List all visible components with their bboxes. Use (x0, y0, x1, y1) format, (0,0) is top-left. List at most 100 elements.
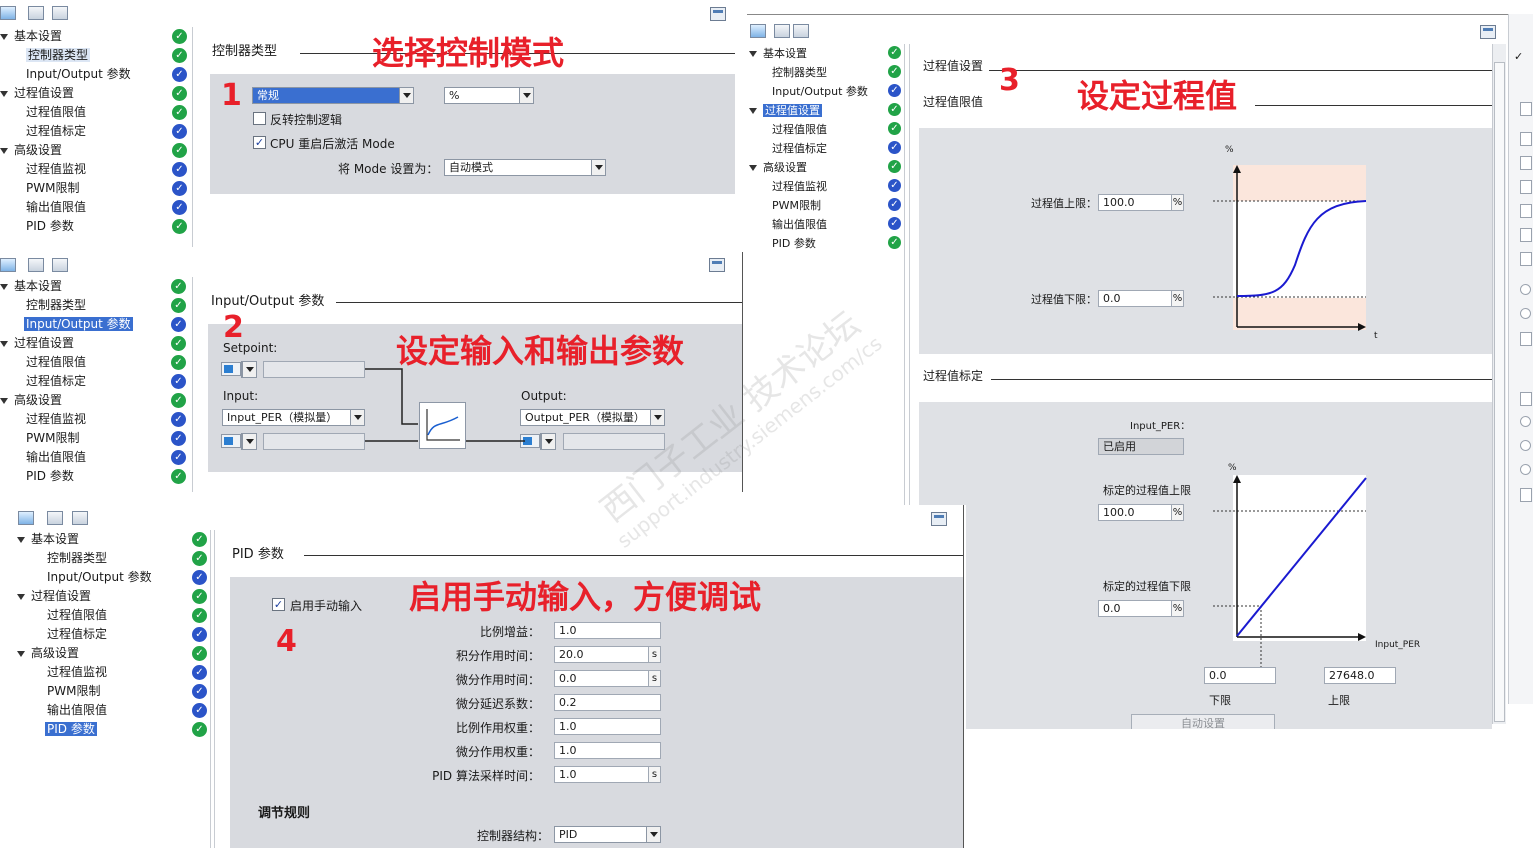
splitter[interactable] (214, 530, 215, 848)
tree-advanced[interactable]: 高级设置 (749, 158, 807, 177)
expand-icon[interactable] (749, 108, 757, 114)
cpu-restart-checkbox[interactable]: ✓ (253, 136, 266, 149)
chevron-down-icon[interactable]: ✓ (1514, 50, 1523, 63)
expand-icon[interactable] (0, 33, 8, 40)
tree-pv-settings[interactable]: 过程值设置 (0, 84, 74, 103)
chevron-down-icon[interactable] (650, 410, 664, 425)
download-icon[interactable] (72, 511, 88, 525)
param-field[interactable]: 1.0 (554, 622, 661, 639)
setpoint-field[interactable] (263, 361, 365, 378)
auto-set-button[interactable]: 自动设置 (1131, 714, 1275, 729)
lower-raw-field[interactable]: 0.0 (1204, 667, 1276, 684)
tree-controller-type[interactable]: 控制器类型 (47, 549, 107, 568)
splitter[interactable] (192, 27, 193, 247)
side-field[interactable] (1520, 180, 1532, 194)
chevron-down-icon[interactable] (519, 88, 533, 103)
scale-hi-field[interactable]: 100.0% (1098, 504, 1184, 521)
chevron-down-icon[interactable] (591, 160, 605, 175)
expand-icon[interactable] (17, 593, 25, 600)
connector-icon[interactable] (221, 362, 241, 376)
tree-pv-scale[interactable]: 过程值标定 (47, 625, 107, 644)
tree-pid-params[interactable]: PID 参数 (44, 720, 98, 739)
tree-pwm[interactable]: PWM限制 (26, 179, 79, 198)
side-field[interactable] (1520, 132, 1532, 146)
structure-select[interactable]: PID (554, 826, 661, 843)
side-radio[interactable] (1520, 284, 1531, 295)
param-field[interactable]: 1.0 (554, 742, 661, 759)
chevron-down-icon[interactable] (399, 88, 413, 103)
scrollbar-thumb[interactable] (1494, 62, 1505, 722)
upload-icon[interactable] (28, 6, 44, 20)
unit-select[interactable]: % (444, 87, 534, 104)
output-select[interactable]: Output_PER（模拟量） (520, 409, 665, 426)
tree-io-params[interactable]: Input/Output 参数 (26, 65, 131, 84)
tree-controller-type[interactable]: 控制器类型 (772, 63, 827, 82)
expand-icon[interactable] (0, 283, 8, 290)
tree-basic[interactable]: 基本设置 (0, 27, 62, 46)
connector-dropdown[interactable] (540, 433, 556, 450)
pv-lower-field[interactable]: 0.0% (1098, 290, 1184, 307)
scale-lo-field[interactable]: 0.0% (1098, 600, 1184, 617)
upload-icon[interactable] (47, 511, 63, 525)
expand-icon[interactable] (17, 650, 25, 657)
tree-pv-monitor[interactable]: 过程值监视 (26, 410, 86, 429)
side-radio[interactable] (1520, 416, 1531, 427)
tree-pv-monitor[interactable]: 过程值监视 (47, 663, 107, 682)
tree-pv-limits[interactable]: 过程值限值 (26, 353, 86, 372)
param-field[interactable]: 1.0 (554, 718, 661, 735)
connector-dropdown[interactable] (241, 361, 257, 378)
input-select[interactable]: Input_PER（模拟量） (222, 409, 365, 426)
download-icon[interactable] (52, 258, 68, 272)
tree-pid-params[interactable]: PID 参数 (26, 217, 74, 236)
pv-upper-field[interactable]: 100.0% (1098, 194, 1184, 211)
panel-layout-icon[interactable] (709, 258, 725, 272)
upload-icon[interactable] (774, 24, 790, 38)
invert-logic-checkbox[interactable] (253, 112, 266, 125)
tree-pv-limits[interactable]: 过程值限值 (26, 103, 86, 122)
tree-pv-limits[interactable]: 过程值限值 (772, 120, 827, 139)
tree-pwm[interactable]: PWM限制 (47, 682, 100, 701)
side-field[interactable] (1520, 102, 1532, 116)
tree-pv-settings[interactable]: 过程值设置 (17, 587, 91, 606)
view-toggle-icon[interactable] (0, 258, 16, 272)
side-field[interactable] (1520, 392, 1532, 406)
panel-layout-icon[interactable] (931, 512, 947, 526)
expand-icon[interactable] (749, 51, 757, 57)
upper-raw-field[interactable]: 27648.0 (1324, 667, 1396, 684)
splitter[interactable] (192, 277, 193, 492)
side-field[interactable] (1520, 332, 1532, 346)
tree-pwm[interactable]: PWM限制 (26, 429, 79, 448)
tree-advanced[interactable]: 高级设置 (0, 391, 62, 410)
download-icon[interactable] (793, 24, 809, 38)
tree-pv-settings[interactable]: 过程值设置 (0, 334, 74, 353)
panel-layout-icon[interactable] (710, 7, 726, 21)
tree-output-limits[interactable]: 输出值限值 (26, 198, 86, 217)
chevron-down-icon[interactable] (541, 434, 555, 449)
download-icon[interactable] (52, 6, 68, 20)
panel-layout-icon[interactable] (1480, 25, 1496, 39)
side-radio[interactable] (1520, 308, 1531, 319)
tree-basic[interactable]: 基本设置 (749, 44, 807, 63)
connector-icon[interactable] (221, 434, 241, 448)
splitter[interactable] (210, 530, 211, 848)
side-radio[interactable] (1520, 464, 1531, 475)
tree-pv-scale[interactable]: 过程值标定 (772, 139, 827, 158)
tree-io-params[interactable]: Input/Output 参数 (23, 315, 134, 334)
tree-basic[interactable]: 基本设置 (0, 277, 62, 296)
param-field[interactable]: 0.0 s (554, 670, 661, 687)
mode-select[interactable]: 自动模式 (444, 159, 606, 176)
tree-controller-type[interactable]: 控制器类型 (26, 296, 86, 315)
chevron-down-icon[interactable] (242, 362, 256, 377)
expand-icon[interactable] (0, 340, 8, 347)
param-field[interactable]: 20.0 s (554, 646, 661, 663)
tree-pv-scale[interactable]: 过程值标定 (26, 372, 86, 391)
tree-pwm[interactable]: PWM限制 (772, 196, 821, 215)
input-field[interactable] (263, 433, 365, 450)
tree-advanced[interactable]: 高级设置 (17, 644, 79, 663)
chevron-down-icon[interactable] (242, 434, 256, 449)
tree-advanced[interactable]: 高级设置 (0, 141, 62, 160)
expand-icon[interactable] (0, 397, 8, 404)
view-toggle-icon[interactable] (18, 511, 34, 525)
view-toggle-icon[interactable] (0, 6, 16, 20)
tree-pv-monitor[interactable]: 过程值监视 (26, 160, 86, 179)
